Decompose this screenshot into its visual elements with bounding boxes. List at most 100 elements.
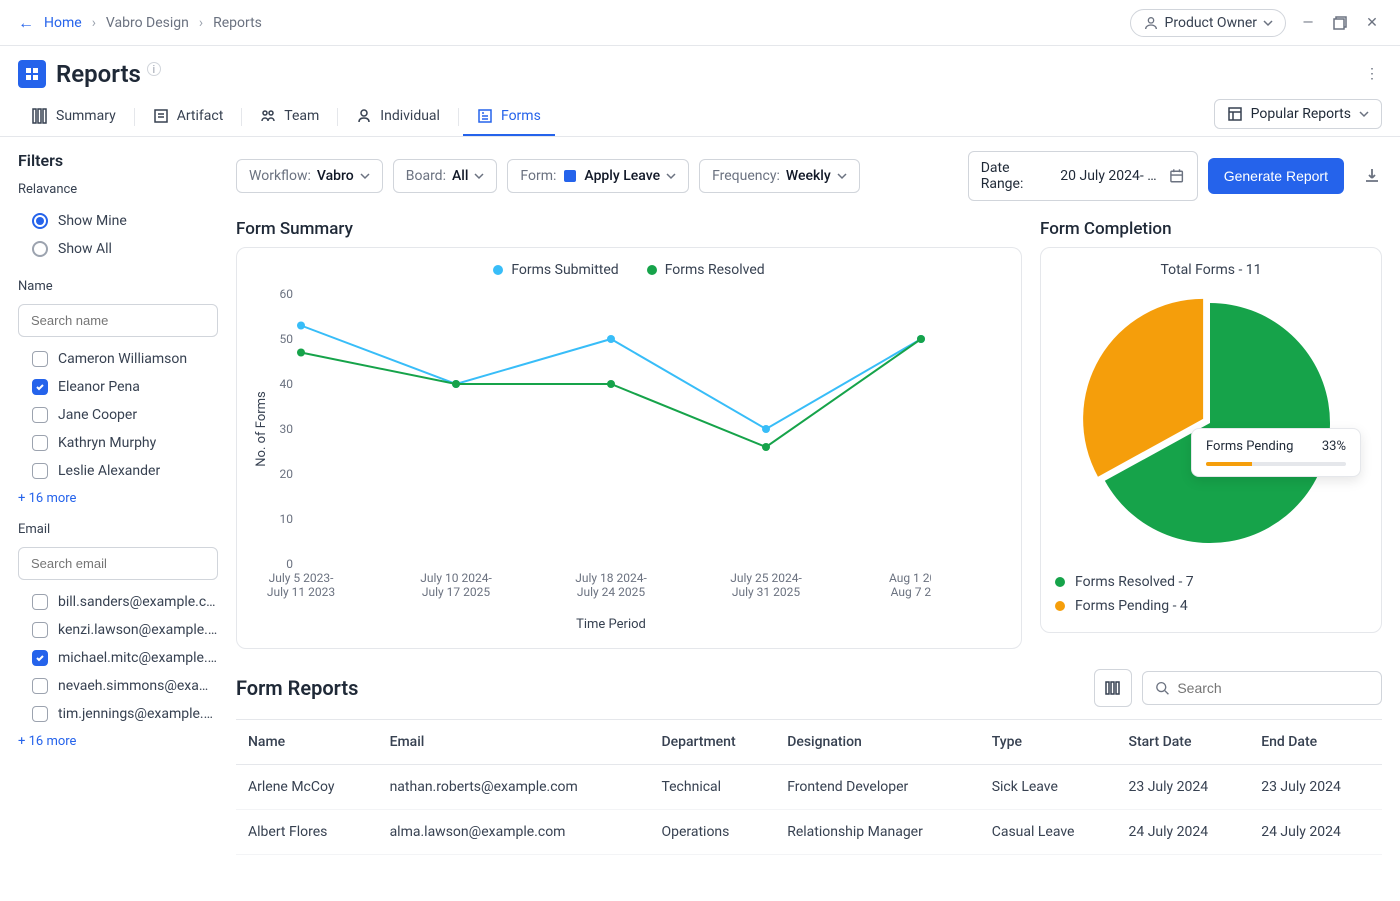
email-filter-item[interactable]: kenzi.lawson@example.c...: [18, 616, 218, 644]
table-row[interactable]: Albert Flores alma.lawson@example.com Op…: [236, 810, 1382, 855]
line-chart-svg: 0102030405060No. of FormsJuly 5 2023-Jul…: [251, 284, 931, 634]
svg-text:Aug 1 2024-: Aug 1 2024-: [889, 571, 931, 585]
table-row[interactable]: Arlene McCoy nathan.roberts@example.com …: [236, 765, 1382, 810]
team-icon: [260, 108, 276, 124]
name-filter-item[interactable]: Leslie Alexander: [18, 457, 218, 485]
dropdown-label: Workflow:: [249, 168, 311, 184]
pie-chart-svg: [1055, 288, 1365, 558]
checkbox-label: michael.mitc@example.c...: [58, 650, 218, 666]
cell-email: nathan.roberts@example.com: [378, 765, 650, 810]
back-icon[interactable]: ←: [18, 13, 34, 33]
checkbox-label: nevaeh.simmons@examp...: [58, 678, 218, 694]
tab-forms[interactable]: Forms: [463, 98, 555, 136]
th-end[interactable]: End Date: [1249, 720, 1382, 765]
th-designation[interactable]: Designation: [775, 720, 980, 765]
svg-text:July 24 2025: July 24 2025: [577, 585, 646, 599]
email-filter-item[interactable]: tim.jennings@example.co...: [18, 700, 218, 728]
checkbox-label: Leslie Alexander: [58, 463, 160, 479]
date-value: 20 July 2024- 1...: [1060, 168, 1161, 184]
name-filter-item[interactable]: Kathryn Murphy: [18, 429, 218, 457]
svg-text:July 18 2024-: July 18 2024-: [575, 571, 647, 585]
email-filter-item[interactable]: bill.sanders@example.com: [18, 588, 218, 616]
cell-start: 24 July 2024: [1116, 810, 1249, 855]
more-menu-icon[interactable]: ⋮: [1362, 64, 1382, 84]
dropdown-label: Form:: [520, 168, 556, 184]
name-filter-label: Name: [18, 279, 218, 294]
report-tabs: Summary Artifact Team Individual Forms: [18, 98, 555, 136]
tab-artifact[interactable]: Artifact: [139, 98, 238, 136]
svg-text:No. of Forms: No. of Forms: [254, 391, 269, 467]
radio-show-all[interactable]: Show All: [18, 235, 218, 263]
names-more-link[interactable]: + 16 more: [18, 491, 218, 506]
generate-report-button[interactable]: Generate Report: [1208, 158, 1344, 194]
table-search[interactable]: [1142, 671, 1382, 705]
popular-reports-dropdown[interactable]: Popular Reports: [1214, 99, 1382, 129]
breadcrumb-project[interactable]: Vabro Design: [106, 15, 189, 31]
breadcrumb: ← Home › Vabro Design › Reports: [18, 13, 262, 33]
tooltip-pct: 33%: [1322, 439, 1346, 454]
checkbox-label: tim.jennings@example.co...: [58, 706, 218, 722]
form-completion-title: Form Completion: [1040, 219, 1382, 239]
svg-text:July 5 2023-: July 5 2023-: [269, 571, 335, 585]
breadcrumb-home[interactable]: Home: [44, 15, 82, 31]
email-filter-item[interactable]: michael.mitc@example.c...: [18, 644, 218, 672]
download-icon[interactable]: [1362, 166, 1382, 186]
workflow-dropdown[interactable]: Workflow: Vabro: [236, 159, 383, 193]
role-dropdown[interactable]: Product Owner: [1130, 9, 1286, 37]
email-search-input[interactable]: [18, 547, 218, 580]
th-name[interactable]: Name: [236, 720, 378, 765]
tab-summary[interactable]: Summary: [18, 98, 130, 136]
calendar-icon: [1169, 168, 1184, 184]
cell-type: Casual Leave: [980, 810, 1117, 855]
emails-more-link[interactable]: + 16 more: [18, 734, 218, 749]
name-filter-item[interactable]: Eleanor Pena: [18, 373, 218, 401]
summary-icon: [32, 108, 48, 124]
th-email[interactable]: Email: [378, 720, 650, 765]
tab-individual[interactable]: Individual: [342, 98, 454, 136]
report-icon: [1227, 106, 1243, 122]
th-start[interactable]: Start Date: [1116, 720, 1249, 765]
svg-text:July 31 2025: July 31 2025: [732, 585, 801, 599]
tab-team[interactable]: Team: [246, 98, 333, 136]
cell-designation: Relationship Manager: [775, 810, 980, 855]
svg-text:20: 20: [280, 467, 294, 481]
maximize-icon[interactable]: [1330, 13, 1350, 33]
board-dropdown[interactable]: Board: All: [393, 159, 498, 193]
info-icon[interactable]: i: [147, 62, 161, 76]
chevron-right-icon: ›: [199, 15, 203, 31]
form-icon: [562, 168, 578, 184]
tab-label: Team: [284, 108, 319, 124]
name-search-input[interactable]: [18, 304, 218, 337]
cell-name: Arlene McCoy: [236, 765, 378, 810]
name-filter-item[interactable]: Jane Cooper: [18, 401, 218, 429]
artifact-icon: [153, 108, 169, 124]
pie-tooltip: Forms Pending 33%: [1191, 428, 1361, 477]
checkbox-icon: [32, 650, 48, 666]
name-filter-item[interactable]: Cameron Williamson: [18, 345, 218, 373]
svg-text:0: 0: [286, 557, 293, 571]
close-icon[interactable]: ✕: [1362, 13, 1382, 33]
table-search-input[interactable]: [1177, 680, 1369, 696]
svg-text:July 17 2025: July 17 2025: [422, 585, 491, 599]
th-department[interactable]: Department: [649, 720, 775, 765]
email-filter-item[interactable]: nevaeh.simmons@examp...: [18, 672, 218, 700]
chevron-down-icon: [1263, 18, 1273, 28]
th-type[interactable]: Type: [980, 720, 1117, 765]
total-forms-label: Total Forms - 11: [1055, 262, 1367, 278]
form-dropdown[interactable]: Form: Apply Leave: [507, 159, 689, 193]
legend-submitted: Forms Submitted: [493, 262, 618, 278]
checkbox-icon: [32, 622, 48, 638]
minimize-icon[interactable]: —: [1298, 13, 1318, 33]
date-range-picker[interactable]: Date Range: 20 July 2024- 1...: [968, 151, 1198, 201]
checkbox-label: Cameron Williamson: [58, 351, 187, 367]
radio-show-mine[interactable]: Show Mine: [18, 207, 218, 235]
columns-button[interactable]: [1094, 669, 1132, 707]
search-icon: [1155, 680, 1169, 696]
pie-legend-resolved: Forms Resolved - 7: [1055, 570, 1367, 594]
cell-end: 23 July 2024: [1249, 765, 1382, 810]
frequency-dropdown[interactable]: Frequency: Weekly: [699, 159, 860, 193]
cell-name: Albert Flores: [236, 810, 378, 855]
cell-end: 24 July 2024: [1249, 810, 1382, 855]
svg-text:July 25 2024-: July 25 2024-: [730, 571, 802, 585]
page-title: Reports: [56, 60, 141, 88]
